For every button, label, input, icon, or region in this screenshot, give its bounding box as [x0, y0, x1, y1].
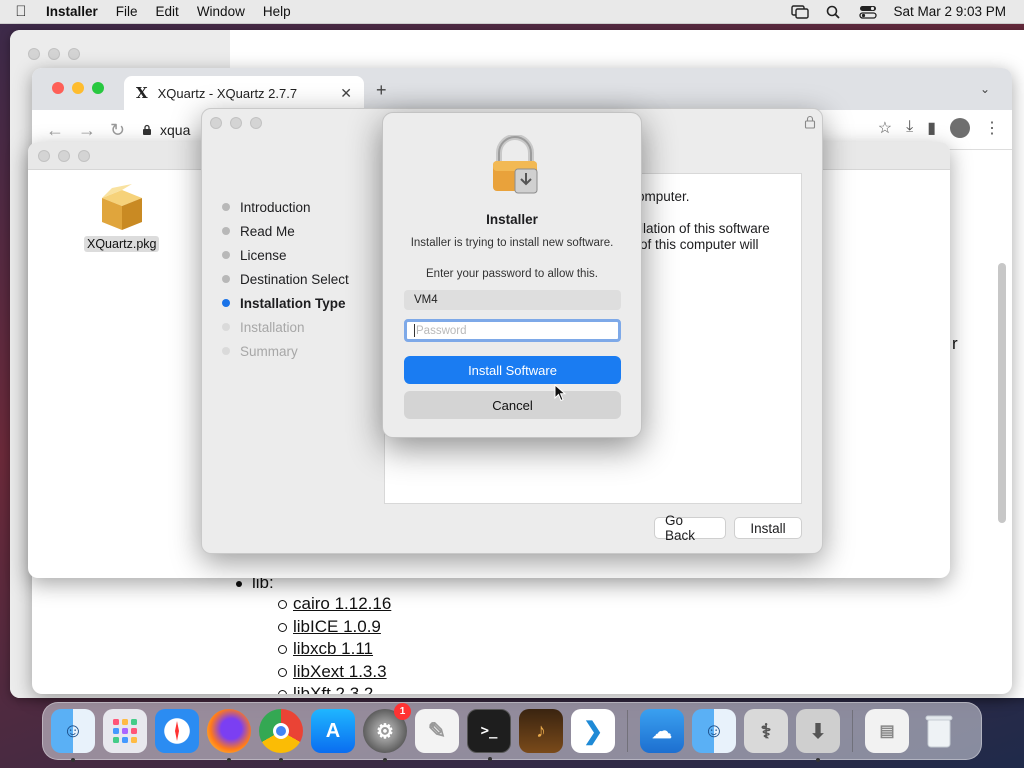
tab-search-chevron-icon[interactable]: ⌄	[980, 82, 990, 96]
dock: ☺ A ⚙ 1 ✎ >_ ♪ ❯ ☁ ☺ ⚕ ⬇ ▤	[42, 702, 982, 762]
browser-traffic-lights	[52, 82, 104, 94]
auth-prompt: Enter your password to allow this.	[426, 268, 598, 280]
password-placeholder: Password	[416, 324, 467, 337]
step-installation-type: Installation Type	[222, 291, 349, 315]
step-destination-select: Destination Select	[222, 267, 349, 291]
installer-lock-icon	[804, 115, 816, 129]
finder-icon[interactable]: ☺	[51, 709, 95, 762]
spotlight-search-icon[interactable]	[825, 5, 843, 19]
step-installation: Installation	[222, 315, 349, 339]
menu-help[interactable]: Help	[254, 4, 300, 19]
new-tab-icon[interactable]: +	[376, 80, 387, 101]
auth-title: Installer	[486, 212, 538, 227]
launchpad-icon[interactable]	[103, 709, 147, 753]
list-item[interactable]: libXft 2.3.2	[278, 683, 391, 694]
list-item[interactable]: libICE 1.0.9	[278, 616, 391, 639]
menu-file[interactable]: File	[107, 4, 147, 19]
installer-icon[interactable]: ⬇	[796, 709, 840, 762]
disk-utility-icon[interactable]: ⚕	[744, 709, 788, 753]
installer-steps: Introduction Read Me License Destination…	[222, 195, 349, 363]
step-license: License	[222, 243, 349, 267]
password-field[interactable]: Password	[404, 319, 621, 342]
download-icon[interactable]: ⤓	[906, 118, 913, 138]
notification-badge: 1	[394, 703, 411, 720]
mouse-pointer-icon	[554, 384, 566, 402]
step-read-me: Read Me	[222, 219, 349, 243]
minimize-window-icon[interactable]	[72, 82, 84, 94]
textedit-icon[interactable]: ✎	[415, 709, 459, 753]
browser-tab[interactable]: X XQuartz - XQuartz 2.7.7 ✕	[124, 76, 364, 110]
safari-icon[interactable]	[155, 709, 199, 753]
step-summary: Summary	[222, 339, 349, 363]
system-preferences-icon[interactable]: ⚙ 1	[363, 703, 411, 762]
menu-edit[interactable]: Edit	[147, 4, 188, 19]
xquartz-favicon-icon: X	[136, 84, 148, 102]
install-software-button[interactable]: Install Software	[404, 356, 621, 384]
list-item[interactable]: cairo 1.12.16	[278, 593, 391, 616]
address-bar-text: xqua	[160, 122, 191, 138]
dock-separator	[627, 710, 628, 752]
menu-clock[interactable]: Sat Mar 2 9:03 PM	[893, 4, 1006, 19]
chrome-icon[interactable]	[259, 709, 303, 762]
lib-list: lib: cairo 1.12.16 libICE 1.0.9 libxcb 1…	[232, 573, 391, 694]
text-caret	[414, 324, 415, 337]
recent-document-icon[interactable]: ▤	[865, 709, 909, 753]
lock-icon	[493, 135, 538, 194]
step-introduction: Introduction	[222, 195, 349, 219]
app-store-icon[interactable]: A	[311, 709, 355, 753]
close-tab-icon[interactable]: ✕	[340, 85, 352, 102]
secure-lock-icon	[143, 124, 151, 135]
reload-icon[interactable]: ↻	[110, 120, 125, 141]
vscode-icon[interactable]: ❯	[571, 709, 615, 753]
cancel-button[interactable]: Cancel	[404, 391, 621, 419]
screen-mirroring-icon[interactable]	[791, 4, 810, 19]
bookmark-star-icon[interactable]: ☆	[878, 118, 892, 138]
finder-traffic-lights	[38, 150, 90, 162]
installer-traffic-lights	[210, 117, 262, 129]
auth-dialog: Installer Installer is trying to install…	[382, 112, 642, 438]
forward-arrow-icon[interactable]: →	[78, 120, 96, 141]
menu-window[interactable]: Window	[188, 4, 254, 19]
page-scrollbar[interactable]	[998, 263, 1006, 523]
content-text-line-2: llation of this software	[640, 221, 770, 236]
auth-message: Installer is trying to install new softw…	[410, 237, 614, 249]
control-center-icon[interactable]	[859, 5, 878, 19]
terminal-icon[interactable]: >_	[467, 709, 511, 761]
username-value: VM4	[414, 294, 438, 306]
background-traffic-lights	[28, 48, 80, 60]
more-menu-icon[interactable]: ⋮	[984, 118, 1000, 138]
zoom-window-icon[interactable]	[92, 82, 104, 94]
page-text-fragment: r	[952, 334, 958, 353]
garageband-icon[interactable]: ♪	[519, 709, 563, 753]
menu-bar:  Installer File Edit Window Help Sat Ma…	[0, 0, 1024, 24]
menu-app-name[interactable]: Installer	[42, 4, 107, 19]
side-panel-icon[interactable]: ▮	[927, 118, 936, 138]
package-file-name[interactable]: XQuartz.pkg	[84, 236, 160, 252]
profile-avatar-icon[interactable]	[950, 118, 970, 138]
list-item[interactable]: libXext 1.3.3	[278, 661, 391, 684]
go-back-button[interactable]: Go Back	[654, 513, 726, 543]
close-window-icon[interactable]	[52, 82, 64, 94]
trash-icon[interactable]	[917, 709, 961, 753]
back-arrow-icon[interactable]: ←	[46, 120, 64, 141]
dock-separator	[852, 710, 853, 752]
list-item[interactable]: libxcb 1.11	[278, 638, 391, 661]
browser-toolbar-actions: ☆ ⤓ ▮ ⋮	[878, 118, 1000, 138]
apple-icon[interactable]: 	[0, 3, 42, 20]
package-file-icon[interactable]	[96, 182, 148, 234]
weather-icon[interactable]: ☁	[640, 709, 684, 753]
finder-helper-icon[interactable]: ☺	[692, 709, 736, 753]
browser-tab-title: XQuartz - XQuartz 2.7.7	[157, 85, 298, 101]
content-text-line-3: of this computer will	[640, 237, 759, 252]
firefox-icon[interactable]	[207, 709, 251, 762]
install-button[interactable]: Install	[734, 517, 802, 539]
username-field[interactable]: VM4	[404, 290, 621, 310]
